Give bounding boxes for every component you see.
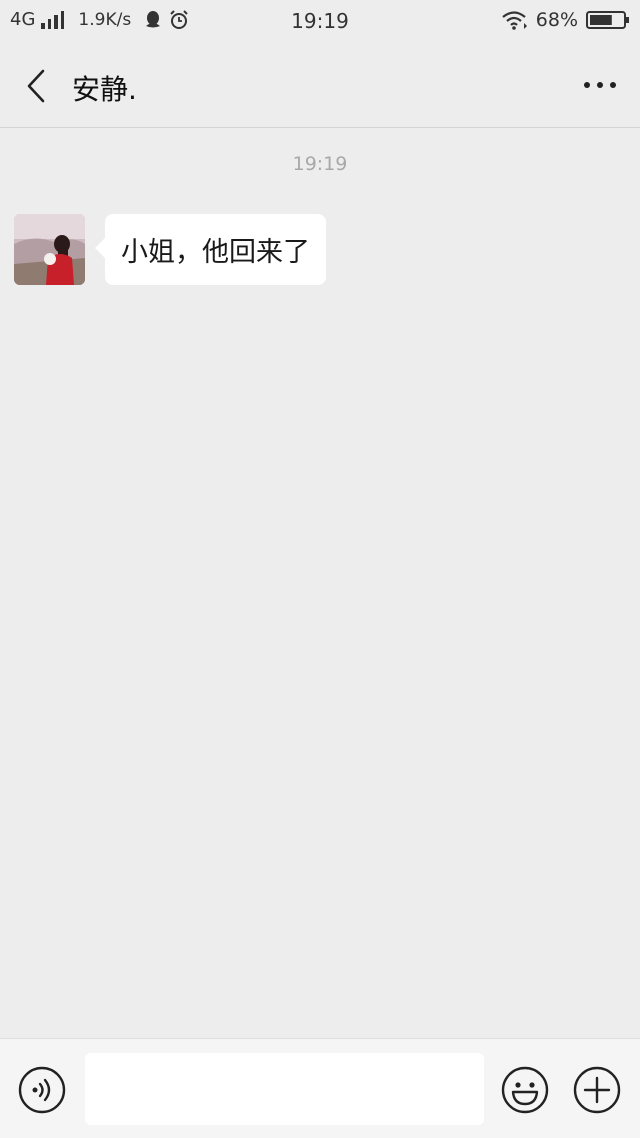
more-button[interactable] <box>580 70 620 100</box>
emoji-icon <box>501 1066 549 1114</box>
avatar-photo <box>14 214 85 285</box>
status-bar: 4G 1.9K/s 19:19 68% <box>0 0 640 42</box>
title-bar: 安静. <box>0 42 640 128</box>
voice-icon <box>18 1066 66 1114</box>
back-button[interactable] <box>14 64 58 108</box>
plus-button[interactable] <box>572 1065 622 1115</box>
message-input[interactable] <box>85 1053 484 1125</box>
chevron-left-icon <box>27 69 45 103</box>
voice-button[interactable] <box>17 1065 67 1115</box>
message-row: 小姐，他回来了 <box>14 214 326 285</box>
more-dots-icon <box>584 82 616 88</box>
message-list[interactable]: 19:19 小姐，他回来了 <box>0 129 640 1037</box>
emoji-button[interactable] <box>500 1065 550 1115</box>
avatar[interactable] <box>14 214 85 285</box>
battery-icon <box>586 11 629 29</box>
wifi-icon <box>502 11 527 30</box>
message-timestamp: 19:19 <box>292 153 348 175</box>
plus-icon <box>573 1066 621 1114</box>
status-right: 68% <box>502 9 630 31</box>
input-bar <box>0 1038 640 1138</box>
message-bubble[interactable]: 小姐，他回来了 <box>95 214 326 285</box>
message-text: 小姐，他回来了 <box>121 237 310 268</box>
battery-percent: 68% <box>535 9 578 31</box>
chat-screen: 4G 1.9K/s 19:19 68% 安静. 19:19 小姐，他回来了 <box>0 0 640 1138</box>
chat-title: 安静. <box>72 73 137 106</box>
